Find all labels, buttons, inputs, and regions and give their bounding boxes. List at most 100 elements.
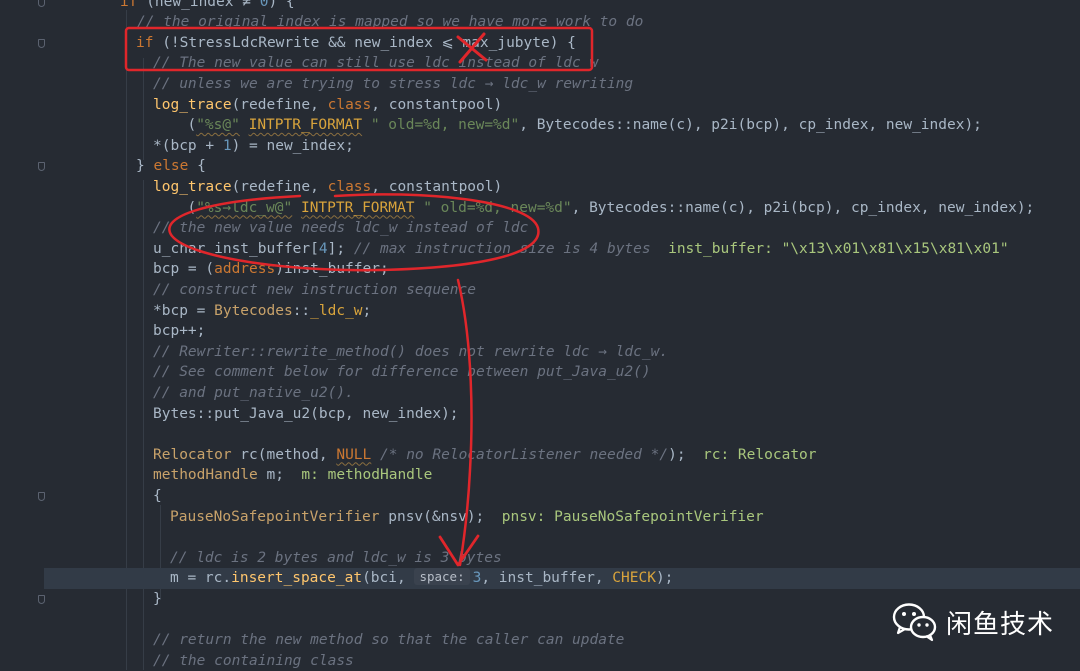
code-token: { — [188, 158, 206, 175]
code-line[interactable]: bcp = (address)inst_buffer; — [0, 259, 1080, 280]
code-token: ); — [668, 446, 704, 463]
code-token: , Bytecodes::name(c), p2i(bcp), cp_index… — [519, 117, 982, 134]
code-token: ; — [362, 302, 372, 319]
code-line[interactable]: ("%s→ldc_w@" INTPTR_FORMAT " old=%d, new… — [0, 198, 1080, 219]
code-text: // return the new method so that the cal… — [153, 630, 624, 651]
code-text: // construct new instruction sequence — [153, 280, 476, 301]
code-token: } — [136, 158, 154, 175]
code-text: methodHandle m; m: methodHandle — [153, 465, 432, 486]
code-text: log_trace(redefine, class, constantpool) — [153, 177, 502, 198]
code-line[interactable]: *(bcp + 1) = new_index; — [0, 136, 1080, 157]
code-line[interactable]: m = rc.insert_space_at(bci, space: 3, ins… — [44, 568, 1080, 589]
code-token: , inst_buffer, — [481, 570, 613, 587]
code-comment: // the original index is mapped so we ha… — [137, 14, 644, 31]
code-line[interactable]: if (new_index ≠ 0) { — [0, 0, 1080, 12]
code-token: (!StressLdcRewrite && new_index ⩽ max_ju… — [153, 34, 576, 51]
code-text: *(bcp + 1) = new_index; — [153, 136, 354, 157]
code-line[interactable]: // the containing class — [0, 651, 1080, 671]
code-token: ) = new_index; — [231, 137, 354, 154]
code-token: "%s→ldc_w@" — [196, 199, 293, 216]
code-token: PauseNoSafepointVerifier — [170, 508, 380, 525]
code-line[interactable]: } else { — [0, 156, 1080, 177]
inlay-type-hint: m: methodHandle — [301, 467, 433, 484]
code-token: rc(method, — [231, 446, 337, 463]
code-token: Relocator — [153, 446, 232, 463]
code-text: u_char inst_buffer[4]; // max instructio… — [153, 239, 1009, 260]
code-line[interactable] — [0, 527, 1080, 548]
parameter-hint-chip: space: — [414, 568, 470, 586]
code-token: _ldc_w — [310, 302, 363, 319]
code-token: "%s@" — [196, 117, 240, 134]
code-token: " old=%d, new=%d" — [370, 117, 520, 134]
code-line[interactable]: log_trace(redefine, class, constantpool) — [0, 95, 1080, 116]
code-text: // the containing class — [153, 651, 354, 671]
code-line[interactable]: // construct new instruction sequence — [0, 280, 1080, 301]
code-line[interactable]: Bytes::put_Java_u2(bcp, new_index); — [0, 404, 1080, 425]
code-line[interactable]: // The new value can still use ldc inste… — [0, 53, 1080, 74]
code-comment: // the containing class — [153, 652, 354, 669]
code-text: // unless we are trying to stress ldc → … — [153, 74, 633, 95]
code-text: // ldc is 2 bytes and ldc_w is 3 bytes — [170, 548, 502, 569]
code-line[interactable]: // Rewriter::rewrite_method() does not r… — [0, 342, 1080, 363]
code-line[interactable]: methodHandle m; m: methodHandle — [0, 465, 1080, 486]
code-token: :: — [292, 302, 311, 319]
code-token: methodHandle — [153, 467, 258, 484]
code-token: *bcp = — [153, 302, 215, 319]
code-token: Bytes::put_Java_u2(bcp, new_index); — [153, 405, 459, 422]
code-token: " old=%d, new=%d" — [423, 199, 572, 216]
code-line[interactable]: ("%s@" INTPTR_FORMAT " old=%d, new=%d", … — [0, 115, 1080, 136]
code-text: // The new value can still use ldc inste… — [153, 53, 598, 74]
code-token: if — [120, 0, 138, 10]
code-token: (bci, — [362, 570, 415, 587]
code-line[interactable]: bcp++; — [0, 321, 1080, 342]
code-line[interactable]: // and put_native_u2(). — [0, 383, 1080, 404]
code-token: (new_index — [137, 0, 243, 10]
code-text: // Rewriter::rewrite_method() does not r… — [153, 342, 668, 363]
code-comment: // and put_native_u2(). — [153, 384, 354, 401]
code-text: } — [153, 589, 162, 610]
code-token: class — [327, 178, 372, 195]
code-comment: // construct new instruction sequence — [153, 281, 477, 298]
code-token: { — [153, 487, 162, 504]
code-line[interactable]: // See comment below for difference betw… — [0, 362, 1080, 383]
code-token: *(bcp + — [153, 137, 223, 154]
code-token: m = rc. — [170, 570, 232, 587]
code-token: else — [153, 158, 189, 175]
code-text: log_trace(redefine, class, constantpool) — [153, 95, 502, 116]
code-comment: // max instruction size is 4 bytes — [353, 240, 651, 257]
code-text: bcp = (address)inst_buffer; — [153, 259, 389, 280]
code-token: bcp++; — [153, 323, 206, 340]
watermark-text: 闲鱼技术 — [946, 609, 1055, 640]
code-line[interactable] — [0, 424, 1080, 445]
code-token: log_trace — [153, 178, 232, 195]
code-text: m = rc.insert_space_at(bci, space: 3, ins… — [170, 568, 673, 589]
code-line[interactable]: Relocator rc(method, NULL /* no Relocato… — [0, 445, 1080, 466]
code-line[interactable]: log_trace(redefine, class, constantpool) — [0, 177, 1080, 198]
code-token: INTPTR_FORMAT — [300, 199, 415, 216]
code-token: (redefine, — [231, 178, 328, 195]
code-line[interactable]: // the new value needs ldc_w instead of … — [0, 218, 1080, 239]
code-line[interactable]: // unless we are trying to stress ldc → … — [0, 74, 1080, 95]
code-line[interactable]: *bcp = Bytecodes::_ldc_w; — [0, 301, 1080, 322]
code-text: *bcp = Bytecodes::_ldc_w; — [153, 301, 371, 322]
code-comment: // unless we are trying to stress ldc → … — [153, 75, 634, 92]
code-line[interactable]: // ldc is 2 bytes and ldc_w is 3 bytes — [0, 548, 1080, 569]
code-comment: // the new value needs ldc_w instead of … — [153, 220, 529, 237]
code-line[interactable]: if (!StressLdcRewrite && new_index ⩽ max… — [0, 33, 1080, 54]
inlay-type-hint: inst_buffer: "\x13\x01\x81\x15\x81\x01" — [668, 240, 1009, 257]
wechat-icon — [892, 603, 937, 642]
code-token: Bytecodes — [214, 302, 293, 319]
code-text: bcp++; — [153, 321, 205, 342]
code-line[interactable]: PauseNoSafepointVerifier pnsv(&nsv); pns… — [0, 507, 1080, 528]
watermark: 闲鱼技术 — [892, 600, 1054, 644]
code-line[interactable]: u_char inst_buffer[4]; // max instructio… — [0, 239, 1080, 260]
code-token: CHECK — [612, 570, 656, 587]
code-token: bcp = ( — [153, 261, 215, 278]
code-token: , constantpool) — [371, 96, 503, 113]
code-line[interactable]: // the original index is mapped so we ha… — [0, 12, 1080, 33]
code-line[interactable]: { — [0, 486, 1080, 507]
